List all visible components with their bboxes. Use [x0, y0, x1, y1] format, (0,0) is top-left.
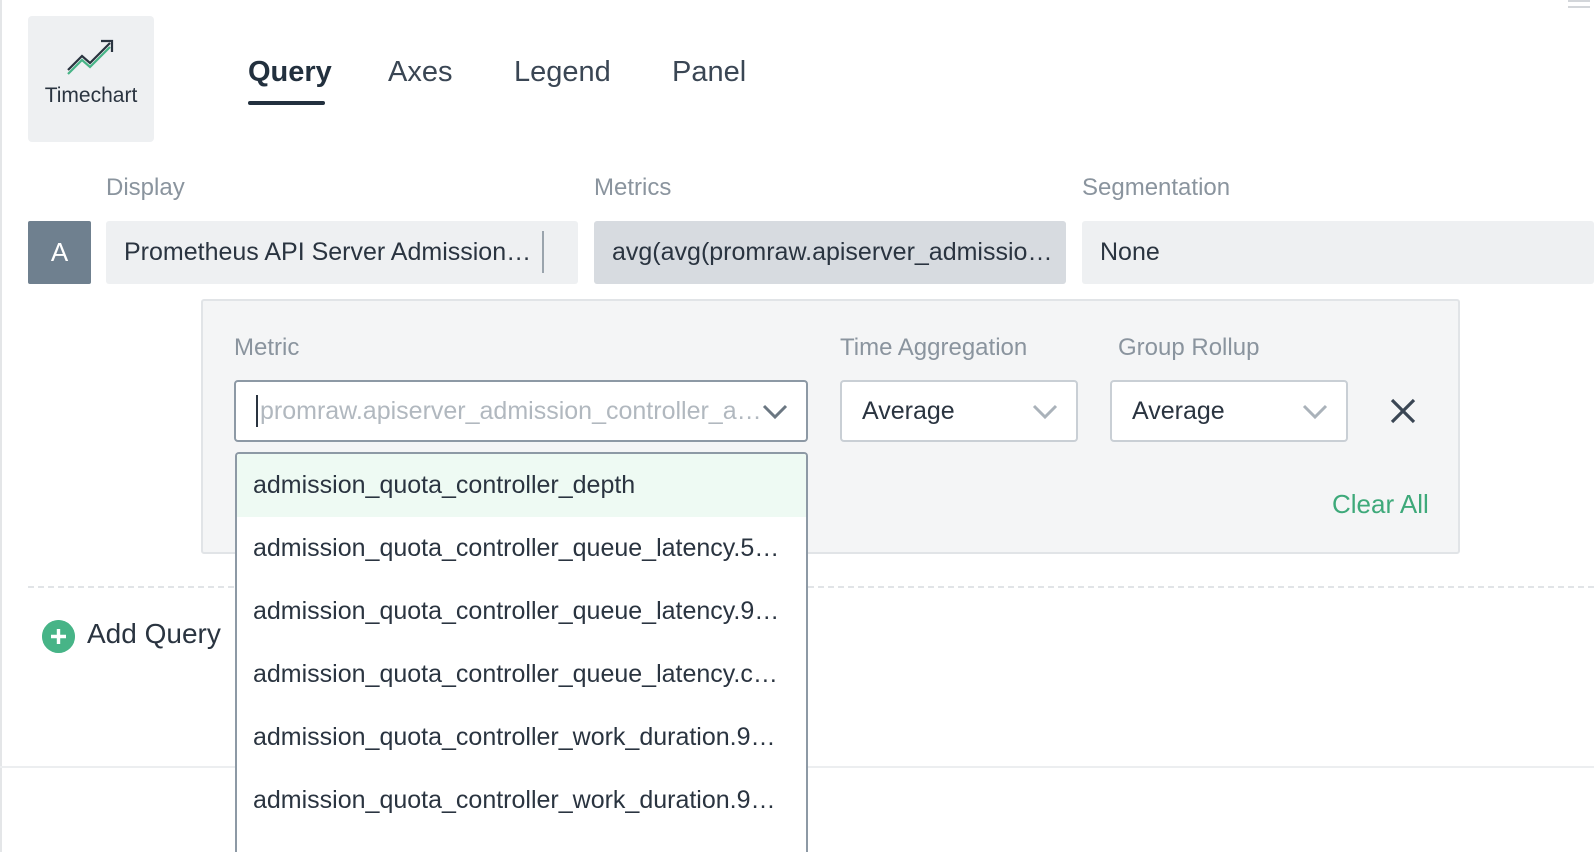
close-icon[interactable] [1384, 392, 1422, 430]
tab-axes[interactable]: Axes [388, 54, 452, 90]
text-cursor [256, 395, 258, 427]
group-rollup-select[interactable]: Average [1110, 380, 1348, 442]
chevron-down-icon [1302, 404, 1328, 420]
dropdown-option[interactable]: admission_quota_controller_work_duration… [237, 706, 806, 769]
tab-query[interactable]: Query [248, 54, 332, 90]
dropdown-option[interactable]: admission_quota_controller_queue_latency… [237, 643, 806, 706]
clear-all-link[interactable]: Clear All [1332, 489, 1429, 520]
metric-search-input[interactable]: promraw.apiserver_admission_controller_a… [234, 380, 808, 442]
chevron-down-icon[interactable] [762, 404, 788, 420]
tab-active-indicator [248, 101, 325, 105]
display-column-label: Display [106, 174, 185, 201]
display-name-value: Prometheus API Server Admission… [124, 238, 532, 266]
query-letter-badge[interactable]: A [28, 221, 91, 284]
metric-label: Metric [234, 334, 300, 361]
segmentation-value: None [1100, 238, 1160, 266]
plus-icon[interactable] [42, 620, 75, 653]
group-rollup-label: Group Rollup [1118, 334, 1260, 361]
add-query-button[interactable]: Add Query [87, 618, 221, 650]
group-rollup-value: Average [1132, 396, 1225, 425]
metric-placeholder: promraw.apiserver_admission_controller_a… [260, 396, 762, 425]
time-aggregation-label: Time Aggregation [840, 334, 1028, 361]
metric-dropdown-list[interactable]: admission_quota_controller_depth admissi… [235, 452, 808, 852]
time-aggregation-value: Average [862, 396, 955, 425]
metrics-column-label: Metrics [594, 174, 672, 201]
dropdown-option[interactable]: admission_quota_controller_depth [237, 454, 806, 517]
drag-handle-icon[interactable] [1568, 0, 1590, 14]
chart-type-timechart[interactable]: Timechart [28, 16, 154, 142]
segmentation-column-label: Segmentation [1082, 174, 1231, 201]
time-aggregation-select[interactable]: Average [840, 380, 1078, 442]
dropdown-option[interactable]: admission_quota_controller_queue_latency… [237, 580, 806, 643]
dropdown-option[interactable]: admission_quota_controller_work_duration… [237, 769, 806, 832]
metrics-field[interactable]: avg(avg(promraw.apiserver_admissio… [594, 221, 1066, 284]
trend-up-icon [67, 39, 114, 75]
segmentation-field[interactable]: None [1082, 221, 1594, 284]
metrics-value: avg(avg(promraw.apiserver_admissio… [612, 238, 1053, 266]
chart-type-label: Timechart [44, 84, 138, 107]
display-name-field[interactable]: Prometheus API Server Admission… [106, 221, 578, 284]
dropdown-option[interactable]: admission_quota_controller_queue_latency… [237, 517, 806, 580]
tab-legend[interactable]: Legend [514, 54, 611, 90]
chevron-down-icon [1032, 404, 1058, 420]
panel-left-border [0, 0, 2, 852]
tab-panel[interactable]: Panel [672, 54, 746, 90]
field-divider [542, 231, 544, 273]
